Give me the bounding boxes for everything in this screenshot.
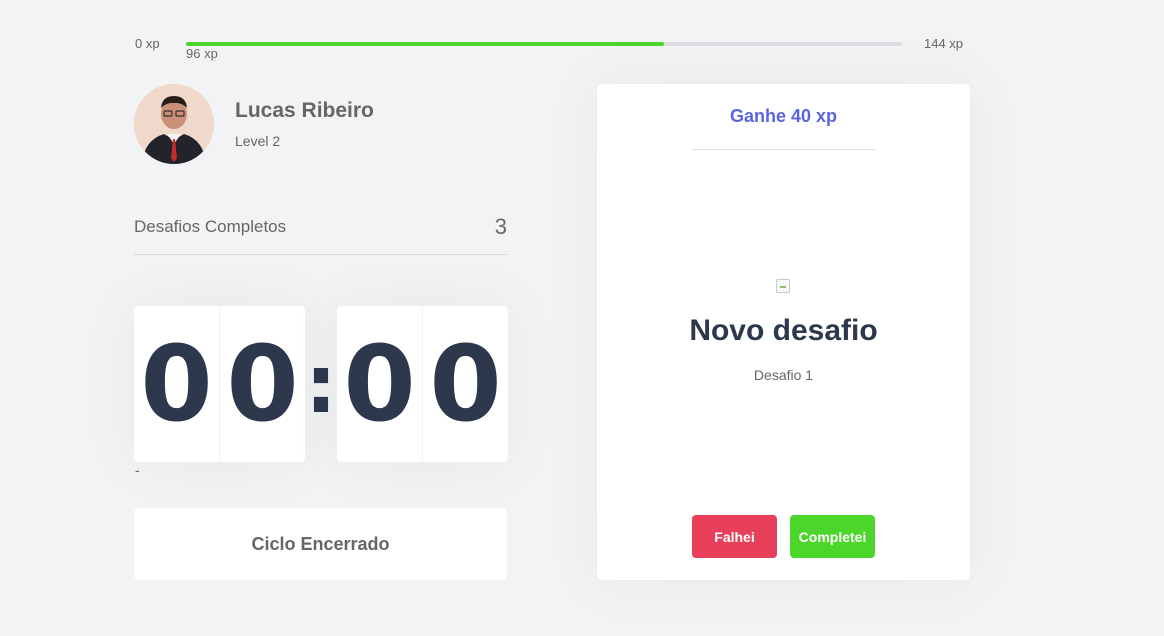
xp-progress-bar bbox=[186, 42, 902, 46]
profile-level: Level 2 bbox=[235, 133, 281, 149]
minutes-tens-digit: 0 bbox=[140, 323, 213, 445]
countdown-note: - bbox=[135, 462, 140, 478]
countdown-separator: : bbox=[305, 337, 337, 431]
countdown-minutes: 0 0 bbox=[134, 306, 305, 462]
avatar bbox=[134, 84, 214, 164]
xp-progress-fill bbox=[186, 42, 664, 46]
completed-challenges-label: Desafios Completos bbox=[134, 217, 287, 236]
challenge-title: Novo desafio bbox=[689, 314, 878, 347]
challenge-reward-header: Ganhe 40 xp bbox=[692, 84, 875, 150]
challenge-card: Ganhe 40 xp Novo desafio Desafio 1 Falhe… bbox=[597, 84, 970, 580]
minutes-ones-digit: 0 bbox=[219, 306, 305, 462]
countdown-seconds: 0 0 bbox=[337, 306, 508, 462]
fail-button[interactable]: Falhei bbox=[692, 515, 777, 558]
cycle-ended-button[interactable]: Ciclo Encerrado bbox=[134, 508, 507, 580]
completed-challenges: Desafios Completos 3 bbox=[134, 212, 507, 255]
seconds-tens-digit: 0 bbox=[343, 323, 416, 445]
xp-max-label: 144 xp bbox=[924, 36, 964, 51]
challenge-description: Desafio 1 bbox=[753, 367, 814, 383]
completed-challenges-count: 3 bbox=[494, 214, 507, 239]
profile-name: Lucas Ribeiro bbox=[235, 99, 374, 122]
complete-button[interactable]: Completei bbox=[790, 515, 875, 558]
xp-min-label: 0 xp bbox=[135, 36, 160, 51]
xp-current-label: 96 xp bbox=[186, 46, 218, 61]
broken-image-icon bbox=[776, 279, 790, 293]
seconds-ones-digit: 0 bbox=[422, 306, 508, 462]
